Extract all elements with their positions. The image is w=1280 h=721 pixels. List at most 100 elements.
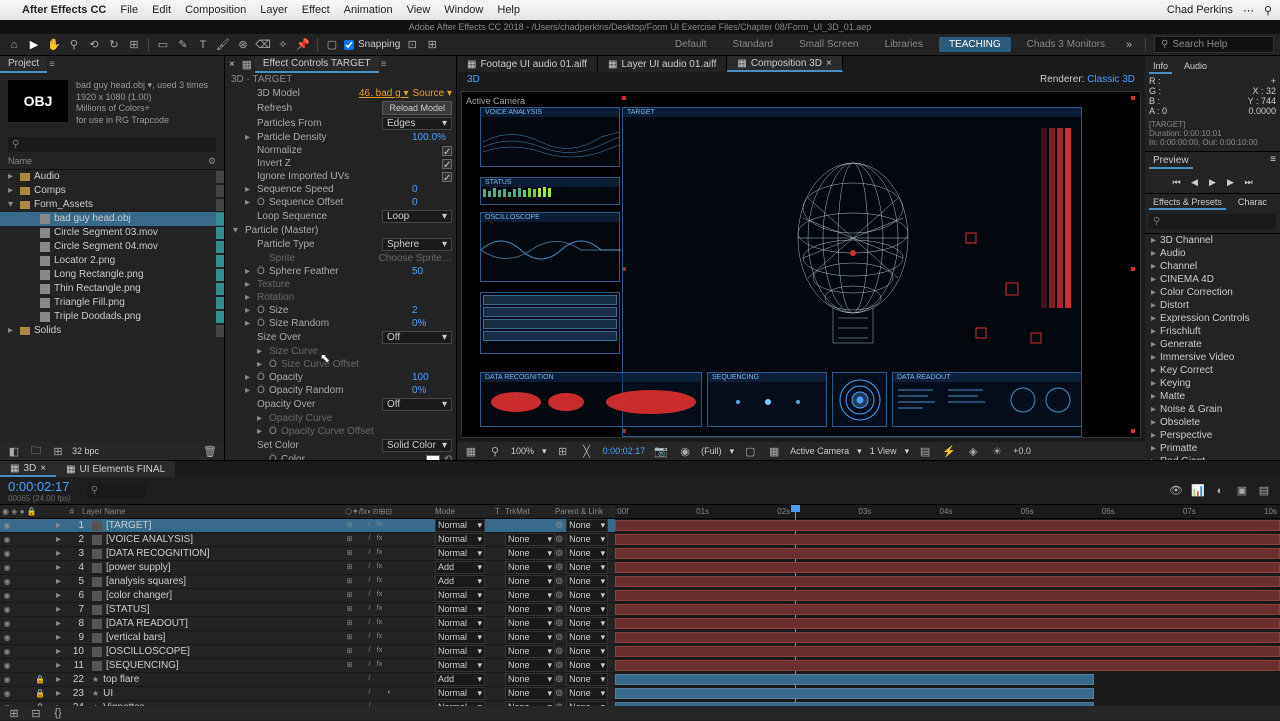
vf-grid-icon[interactable]: ▦ (766, 443, 782, 459)
preset-item[interactable]: ▸Color Correction (1145, 286, 1280, 299)
vf-px-icon[interactable]: ▤ (917, 443, 933, 459)
fx-checkbox[interactable]: ✓ (442, 159, 452, 169)
vtab-footage[interactable]: ▦Footage UI audio 01.aiff (457, 56, 598, 72)
lock-icon[interactable] (35, 605, 45, 615)
lock-icon[interactable] (35, 591, 45, 601)
lock-icon[interactable] (35, 535, 45, 545)
eye-icon[interactable]: ◉ (2, 591, 12, 601)
lock-icon[interactable] (35, 577, 45, 587)
tl-time[interactable]: 0:00:02:17 (8, 479, 71, 494)
preset-item[interactable]: ▸Red Giant (1145, 455, 1280, 460)
tl-shy-icon[interactable]: 👁 (1168, 483, 1184, 499)
layer-row[interactable]: ◉🔒▸22★top flare/Add▾None▾⊚ None▾ (0, 673, 615, 687)
eye-icon[interactable]: ◉ (2, 521, 12, 531)
search-help[interactable]: ⚲ Search Help (1154, 36, 1274, 53)
mode-dropdown[interactable]: Normal▾ (435, 603, 485, 616)
trk-dropdown[interactable]: None▾ (505, 547, 555, 560)
fx-property-row[interactable]: ▸Rotation (225, 291, 456, 304)
renderer-val[interactable]: Classic 3D (1087, 74, 1135, 85)
tree-row[interactable]: bad guy head.obj (0, 212, 224, 226)
orbit-tool-icon[interactable]: ⟲ (86, 37, 102, 53)
eye-icon[interactable]: ◉ (2, 605, 12, 615)
trk-dropdown[interactable]: None▾ (505, 533, 555, 546)
parent-dropdown[interactable]: None▾ (566, 673, 608, 686)
fx-property-row[interactable]: ÖColor ⟲ (225, 453, 456, 460)
project-tab[interactable]: Project (0, 56, 47, 73)
fx-property-row[interactable]: ▸Opacity Curve (225, 412, 456, 425)
selection-tool-icon[interactable]: ▶ (26, 37, 42, 53)
mode-dropdown[interactable]: Add▾ (435, 575, 485, 588)
parent-dropdown[interactable]: None▾ (566, 519, 608, 532)
mode-dropdown[interactable]: Normal▾ (435, 533, 485, 546)
fx-property-row[interactable]: ▸ÖSize2 (225, 304, 456, 317)
tl-toggle1-icon[interactable]: ⊞ (6, 705, 22, 721)
vtab-comp[interactable]: ▦Composition 3D× (727, 56, 842, 72)
pen-tool-icon[interactable]: ✎ (175, 37, 191, 53)
tree-row[interactable]: Triple Doodads.png (0, 310, 224, 324)
parent-dropdown[interactable]: None▾ (566, 603, 608, 616)
mode-dropdown[interactable]: Normal▾ (435, 547, 485, 560)
fx-presets-tab[interactable]: Effects & Presets (1149, 196, 1226, 210)
vf-res-icon[interactable]: ⊞ (555, 443, 571, 459)
preset-item[interactable]: ▸Matte (1145, 390, 1280, 403)
ws-default[interactable]: Default (665, 37, 717, 52)
tree-row[interactable]: Triangle Fill.png (0, 296, 224, 310)
menu-layer[interactable]: Layer (260, 4, 288, 16)
stamp-tool-icon[interactable]: ⊛ (235, 37, 251, 53)
preview-tab[interactable]: Preview (1149, 154, 1193, 169)
lock-icon[interactable] (35, 647, 45, 657)
fx-checkbox[interactable]: ✓ (442, 172, 452, 182)
vf-roi-icon[interactable]: ▢ (742, 443, 758, 459)
trk-dropdown[interactable]: None▾ (505, 575, 555, 588)
layer-bar[interactable] (615, 674, 1094, 685)
trash-icon[interactable]: 🗑 (202, 443, 218, 459)
prev-last-icon[interactable]: ⏭ (1242, 177, 1256, 189)
mode-dropdown[interactable]: Normal▾ (435, 659, 485, 672)
layer-bar[interactable] (615, 548, 1280, 559)
tl-tracks[interactable]: :00f01s02s03s04s05s06s07s10s (615, 505, 1280, 706)
home-icon[interactable]: ⌂ (6, 37, 22, 53)
fx-dropdown[interactable]: Loop▾ (382, 210, 452, 223)
layer-row[interactable]: ◉▸11[SEQUENCING]⊞/fxNormal▾None▾⊚ None▾ (0, 659, 615, 673)
ws-teaching[interactable]: TEACHING (939, 37, 1011, 52)
layer-bar[interactable] (615, 632, 1280, 643)
preset-item[interactable]: ▸Expression Controls (1145, 312, 1280, 325)
lock-icon[interactable]: 🔒 (35, 675, 45, 685)
menu-app[interactable]: After Effects CC (22, 4, 106, 16)
layer-bar[interactable] (615, 618, 1280, 629)
eye-icon[interactable]: ◉ (2, 633, 12, 643)
mode-dropdown[interactable]: Normal▾ (435, 687, 485, 700)
tree-row[interactable]: Circle Segment 03.mov (0, 226, 224, 240)
lock-icon[interactable] (35, 661, 45, 671)
rect-tool-icon[interactable]: ▭ (155, 37, 171, 53)
fx-property-row[interactable]: Size OverOff▾ (225, 330, 456, 345)
trk-dropdown[interactable]: None▾ (505, 603, 555, 616)
layer-bar[interactable] (615, 646, 1280, 657)
roto-tool-icon[interactable]: ✧ (275, 37, 291, 53)
fx-tab[interactable]: Effect Controls TARGET (255, 56, 379, 73)
vf-channel-icon[interactable]: ◉ (677, 443, 693, 459)
eye-icon[interactable]: ◉ (2, 647, 12, 657)
tl-fb-icon[interactable]: ▣ (1234, 483, 1250, 499)
menu-window[interactable]: Window (444, 4, 483, 16)
menu-view[interactable]: View (407, 4, 431, 16)
lock-icon[interactable] (35, 549, 45, 559)
fx-property-row[interactable]: Particles FromEdges▾ (225, 116, 456, 131)
preset-item[interactable]: ▸Audio (1145, 247, 1280, 260)
tree-row[interactable]: Thin Rectangle.png (0, 282, 224, 296)
preset-item[interactable]: ▸Immersive Video (1145, 351, 1280, 364)
lock-icon[interactable] (35, 619, 45, 629)
tl-search[interactable] (87, 483, 147, 498)
fx-property-row[interactable]: Invert Z✓ (225, 157, 456, 170)
fx-property-row[interactable]: ▸ÖOpacity Random0% (225, 384, 456, 397)
menu-animation[interactable]: Animation (344, 4, 393, 16)
prev-first-icon[interactable]: ⏮ (1170, 177, 1184, 189)
tree-row[interactable]: Circle Segment 04.mov (0, 240, 224, 254)
fx-property-row[interactable]: Loop SequenceLoop▾ (225, 209, 456, 224)
preset-item[interactable]: ▸Perspective (1145, 429, 1280, 442)
trk-dropdown[interactable]: None▾ (505, 659, 555, 672)
menu-help[interactable]: Help (497, 4, 520, 16)
layer-row[interactable]: ◉▸6[color changer]⊞/fxNormal▾None▾⊚ None… (0, 589, 615, 603)
vf-exposure[interactable]: +0.0 (1013, 446, 1031, 456)
preset-item[interactable]: ▸CINEMA 4D (1145, 273, 1280, 286)
